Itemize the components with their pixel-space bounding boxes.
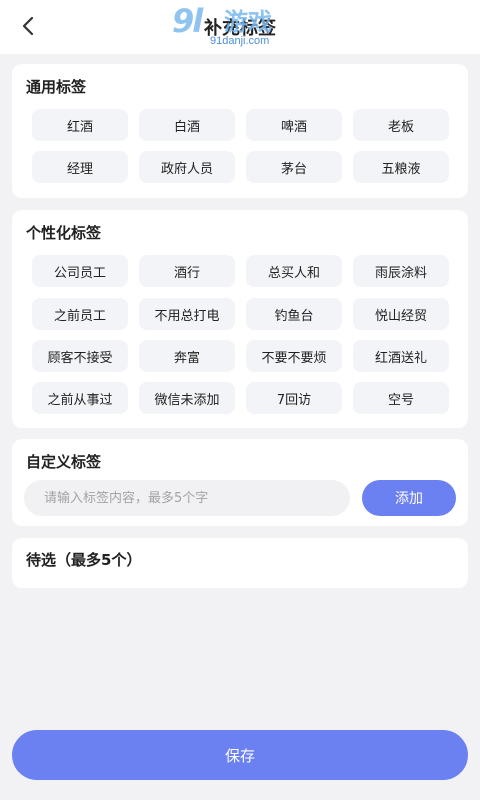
general-tags-card: 通用标签 红酒 白酒 啤酒 老板 经理 政府人员 茅台 五粮液 xyxy=(12,64,468,198)
tag-personal[interactable]: 不用总打电 xyxy=(139,298,235,330)
tag-general[interactable]: 红酒 xyxy=(32,109,128,141)
tag-personal[interactable]: 不要不要烦 xyxy=(246,340,342,372)
header-bar: 补充标签 9l 游戏 91danji.com xyxy=(0,0,480,54)
tag-general[interactable]: 啤酒 xyxy=(246,109,342,141)
tag-personal[interactable]: 空号 xyxy=(353,382,449,414)
custom-tag-title: 自定义标签 xyxy=(26,453,102,471)
tag-personal[interactable]: 总买人和 xyxy=(246,255,342,287)
tag-general[interactable]: 政府人员 xyxy=(139,151,235,183)
tag-personal[interactable]: 之前从事过 xyxy=(32,382,128,414)
general-tags-title: 通用标签 xyxy=(26,78,87,96)
custom-tag-card: 自定义标签 添加 xyxy=(12,439,468,526)
tag-personal[interactable]: 酒行 xyxy=(139,255,235,287)
tag-personal[interactable]: 顾客不接受 xyxy=(32,340,128,372)
tag-personal[interactable]: 钓鱼台 xyxy=(246,298,342,330)
add-tag-button[interactable]: 添加 xyxy=(362,480,456,516)
tag-personal[interactable]: 悦山经贸 xyxy=(353,298,449,330)
tag-personal[interactable]: 公司员工 xyxy=(32,255,128,287)
tag-general[interactable]: 经理 xyxy=(32,151,128,183)
tag-personal[interactable]: 奔富 xyxy=(139,340,235,372)
tag-personal[interactable]: 微信未添加 xyxy=(139,382,235,414)
tag-personal[interactable]: 之前员工 xyxy=(32,298,128,330)
tag-general[interactable]: 白酒 xyxy=(139,109,235,141)
tag-personal[interactable]: 雨辰涂料 xyxy=(353,255,449,287)
custom-tag-input[interactable] xyxy=(24,480,350,516)
pending-tags-card: 待选（最多5个） xyxy=(12,538,468,588)
tag-general[interactable]: 茅台 xyxy=(246,151,342,183)
tag-personal[interactable]: 7回访 xyxy=(246,382,342,414)
tag-general[interactable]: 老板 xyxy=(353,109,449,141)
pending-tags-title: 待选（最多5个） xyxy=(26,551,142,569)
tag-personal[interactable]: 红酒送礼 xyxy=(353,340,449,372)
page-title: 补充标签 xyxy=(204,18,276,39)
tag-general[interactable]: 五粮液 xyxy=(353,151,449,183)
personal-tags-title: 个性化标签 xyxy=(26,224,102,242)
personal-tags-card: 个性化标签 公司员工 酒行 总买人和 雨辰涂料 之前员工 不用总打电 钓鱼台 悦… xyxy=(12,210,468,428)
save-button[interactable]: 保存 xyxy=(12,730,468,780)
